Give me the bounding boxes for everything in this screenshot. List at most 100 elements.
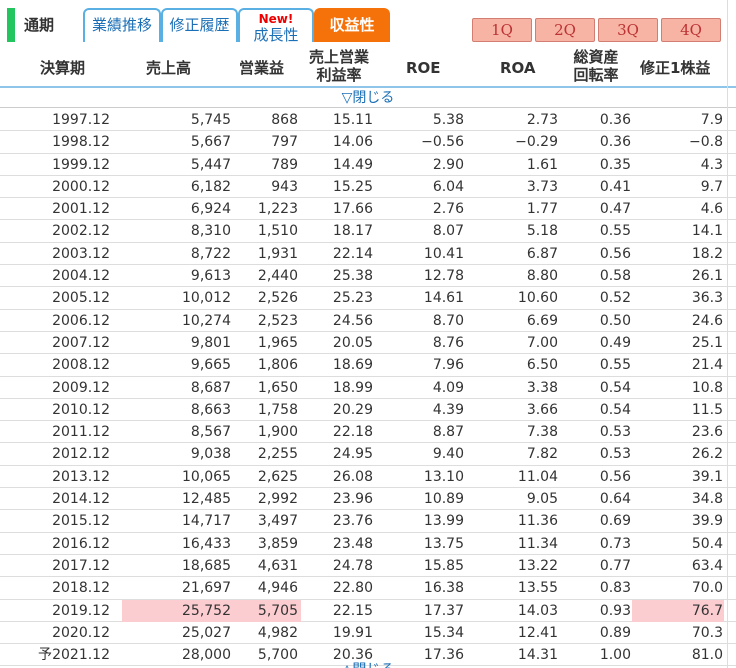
close-toggle-bottom[interactable]: △閉じる xyxy=(0,660,736,668)
cell-roa: 6.87 xyxy=(526,245,558,262)
header-margin-line1: 売上営業 xyxy=(308,48,369,66)
cell-year: 2019.12 xyxy=(52,602,110,619)
cell-roe: 16.38 xyxy=(423,580,464,597)
cell-roe: 8.87 xyxy=(432,424,464,441)
tab-gyoseki-label: 業績推移 xyxy=(91,16,152,34)
cell-turnover: 0.56 xyxy=(599,468,631,485)
cell-eps: 26.1 xyxy=(691,268,723,285)
cell-sales: 8,663 xyxy=(190,401,231,418)
quarter-3q-button[interactable]: 3Q xyxy=(598,18,658,42)
cell-turnover: 0.52 xyxy=(599,290,631,307)
cell-roa: 11.36 xyxy=(517,513,558,530)
cell-roe: 13.99 xyxy=(423,513,464,530)
cell-sales: 8,567 xyxy=(190,424,231,441)
header-turnover-line1: 総資産 xyxy=(573,48,619,66)
cell-roa: 2.73 xyxy=(526,112,558,128)
table-row: 2011.12 8,567 1,900 22.18 8.87 7.38 0.53 23.6 xyxy=(0,421,736,444)
cell-roe: 14.61 xyxy=(423,290,464,307)
cell-year: 2003.12 xyxy=(52,245,110,262)
cell-roe: 15.85 xyxy=(423,557,464,574)
tab-shueki[interactable]: 収益性 xyxy=(314,8,390,42)
table-row: 2005.12 10,012 2,526 25.23 14.61 10.60 0.52 36.… xyxy=(0,287,736,310)
cell-op: 2,255 xyxy=(257,446,298,463)
cell-margin: 18.69 xyxy=(332,357,373,374)
cell-sales: 9,613 xyxy=(190,268,231,285)
table-row: 2015.12 14,717 3,497 23.76 13.99 11.36 0.69 39.… xyxy=(0,510,736,533)
cell-sales: 5,447 xyxy=(190,156,231,173)
cell-eps: 25.1 xyxy=(691,334,723,351)
header-turnover-line2: 回転率 xyxy=(573,66,619,84)
header-eps: 修正1株益 xyxy=(640,59,711,77)
quarter-4q-button[interactable]: 4Q xyxy=(661,18,721,42)
cell-roa: 13.55 xyxy=(517,580,558,597)
cell-roa: 1.77 xyxy=(526,201,558,218)
cell-turnover: 0.55 xyxy=(599,357,631,374)
cell-op: 2,526 xyxy=(257,290,298,307)
tab-seichou[interactable]: New! 成長性 xyxy=(238,8,314,44)
quarter-1q-button[interactable]: 1Q xyxy=(472,18,532,42)
new-badge: New! xyxy=(258,12,294,26)
table-row: 1998.12 5,667 797 14.06 −0.56 −0.29 0.36 −0.8 xyxy=(0,131,736,154)
cell-eps: 70.0 xyxy=(691,580,723,597)
cell-roa: 10.60 xyxy=(517,290,558,307)
cell-year: 2008.12 xyxy=(52,357,110,374)
cell-margin: 20.05 xyxy=(332,334,373,351)
header-sales: 売上高 xyxy=(146,59,192,77)
cell-roa: 5.18 xyxy=(526,223,558,240)
tab-gyoseki[interactable]: 業績推移 xyxy=(83,8,161,42)
close-toggle-top[interactable]: ▽閉じる xyxy=(0,88,736,108)
cell-year: 2005.12 xyxy=(52,290,110,307)
cell-roa: 11.04 xyxy=(517,468,558,485)
cell-roa: 7.00 xyxy=(526,334,558,351)
table-row: 2001.12 6,924 1,223 17.66 2.76 1.77 0.47 4.6 xyxy=(0,198,736,221)
cell-year: 2000.12 xyxy=(52,178,110,195)
tab-tsuki[interactable]: 通期 xyxy=(24,8,54,42)
cell-roe: 2.76 xyxy=(432,201,464,218)
right-border xyxy=(727,0,728,668)
cell-margin: 22.15 xyxy=(332,602,373,619)
cell-eps: 50.4 xyxy=(691,535,723,552)
cell-sales: 9,038 xyxy=(190,446,231,463)
cell-margin: 22.80 xyxy=(332,580,373,597)
table-row: 2020.12 25,027 4,982 19.91 15.34 12.41 0.89 70.… xyxy=(0,622,736,645)
cell-eps: 11.5 xyxy=(691,401,723,418)
table-row: 1999.12 5,447 789 14.49 2.90 1.61 0.35 4.3 xyxy=(0,154,736,176)
cell-sales: 12,485 xyxy=(182,491,231,508)
table-row: 1997.12 5,745 868 15.11 5.38 2.73 0.36 7.9 xyxy=(0,109,736,132)
cell-op: 3,859 xyxy=(257,535,298,552)
cell-roa: 12.41 xyxy=(517,624,558,641)
cell-year: 2001.12 xyxy=(52,201,110,218)
cell-sales: 6,924 xyxy=(190,201,231,218)
cell-margin: 23.76 xyxy=(332,513,373,530)
cell-sales: 18,685 xyxy=(182,557,231,574)
table-body: 1997.12 5,745 868 15.11 5.38 2.73 0.36 7.9 1998.… xyxy=(0,109,736,667)
cell-year: 2020.12 xyxy=(52,624,110,641)
header-period: 決算期 xyxy=(40,59,86,77)
table-row: 2013.12 10,065 2,625 26.08 13.10 11.04 0.56 39.… xyxy=(0,466,736,489)
cell-turnover: 0.47 xyxy=(599,201,631,218)
cell-margin: 14.49 xyxy=(332,156,373,173)
cell-margin: 18.99 xyxy=(332,379,373,396)
cell-roa: 3.73 xyxy=(526,178,558,195)
cell-turnover: 0.53 xyxy=(599,424,631,441)
cell-roa: 1.61 xyxy=(526,156,558,173)
cell-op: 5,705 xyxy=(234,599,301,622)
cell-sales: 10,065 xyxy=(182,468,231,485)
cell-year: 2016.12 xyxy=(52,535,110,552)
tab-shusei[interactable]: 修正履歴 xyxy=(161,8,238,42)
cell-sales: 14,717 xyxy=(182,513,231,530)
cell-turnover: 0.50 xyxy=(599,312,631,329)
cell-roa: 9.05 xyxy=(526,491,558,508)
cell-eps: 4.6 xyxy=(700,201,723,218)
table-row: 2000.12 6,182 943 15.25 6.04 3.73 0.41 9.7 xyxy=(0,176,736,199)
cell-eps: 21.4 xyxy=(691,357,723,374)
cell-eps: −0.8 xyxy=(689,134,723,151)
quarter-2q-button[interactable]: 2Q xyxy=(535,18,595,42)
header-op: 営業益 xyxy=(239,59,285,77)
cell-roa: 3.38 xyxy=(526,379,558,396)
cell-eps: 36.3 xyxy=(691,290,723,307)
cell-sales: 9,665 xyxy=(190,357,231,374)
table-row: 2016.12 16,433 3,859 23.48 13.75 11.34 0.73 50.… xyxy=(0,533,736,555)
cell-op: 1,650 xyxy=(257,379,298,396)
cell-eps: 23.6 xyxy=(691,424,723,441)
